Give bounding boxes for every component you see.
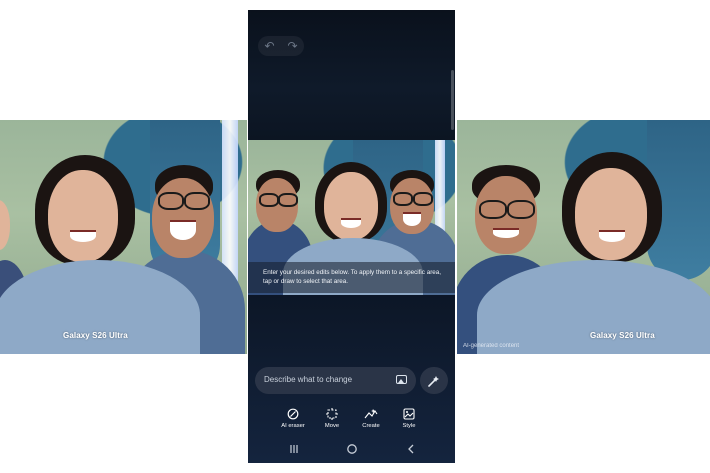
prompt-input[interactable]: Describe what to change xyxy=(255,367,416,394)
tool-label: Create xyxy=(362,423,380,429)
edit-hint: Enter your desired edits below. To apply… xyxy=(248,262,455,293)
undo-redo-group: ↶ ↷ xyxy=(258,36,304,56)
camera-label: Galaxy S26 Ultra xyxy=(63,331,128,340)
tool-label: Move xyxy=(324,423,340,429)
left-photo: Galaxy S26 Ultra xyxy=(0,120,247,354)
style-icon xyxy=(403,408,415,420)
scrollbar[interactable] xyxy=(451,70,454,130)
phone-top-area: ↶ ↷ xyxy=(248,10,455,140)
eraser-icon xyxy=(287,408,299,420)
create-icon xyxy=(364,409,378,419)
image-icon[interactable] xyxy=(396,375,407,384)
tool-label: Style xyxy=(402,423,416,429)
wand-icon xyxy=(428,375,439,387)
undo-icon[interactable]: ↶ xyxy=(264,39,274,53)
system-navigation-bar xyxy=(248,440,455,460)
redo-icon[interactable]: ↷ xyxy=(287,39,297,53)
recents-icon[interactable] xyxy=(288,443,300,455)
right-photo: AI-generated content Galaxy S26 Ultra xyxy=(457,120,710,354)
prompt-placeholder: Describe what to change xyxy=(264,375,353,384)
ai-generated-note: AI-generated content xyxy=(463,343,520,349)
camera-label: Galaxy S26 Ultra xyxy=(590,331,655,340)
phone-screen: ↶ ↷ Enter your desired edits below. To a… xyxy=(248,10,455,463)
generate-button[interactable] xyxy=(420,367,448,394)
tool-move[interactable]: Move xyxy=(315,408,349,429)
tool-label: AI eraser xyxy=(281,423,305,429)
tool-bar: AI eraser Move Create Style xyxy=(248,408,455,432)
tool-style[interactable]: Style xyxy=(392,408,426,429)
tool-ai-eraser[interactable]: AI eraser xyxy=(276,408,310,429)
move-icon xyxy=(326,408,338,420)
back-icon[interactable] xyxy=(405,443,417,455)
tool-create[interactable]: Create xyxy=(354,408,388,429)
home-icon[interactable] xyxy=(346,443,358,455)
